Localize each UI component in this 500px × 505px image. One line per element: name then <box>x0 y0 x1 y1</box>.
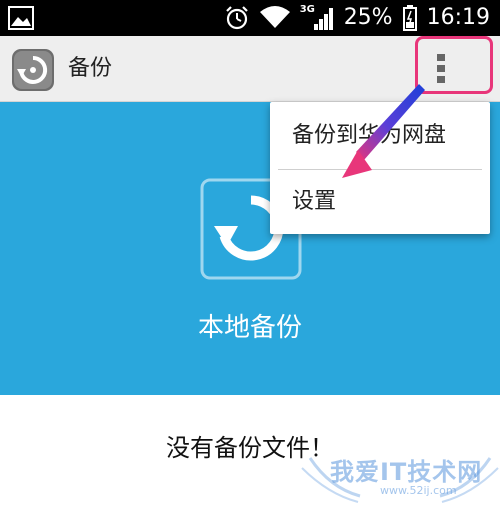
network-type: 3G <box>299 4 315 15</box>
overflow-popup-menu: 备份到华为网盘 设置 <box>270 102 490 234</box>
empty-state-message: 没有备份文件！ <box>166 434 334 462</box>
menu-item-backup-to-huawei-cloud[interactable]: 备份到华为网盘 <box>270 104 490 168</box>
menu-item-settings[interactable]: 设置 <box>270 170 490 234</box>
action-bar: 备份 <box>0 36 500 102</box>
local-backup-label: 本地备份 <box>197 313 302 343</box>
status-bar: 3G 25% 16:19 <box>0 0 500 36</box>
clock: 16:19 <box>426 5 490 30</box>
image-icon <box>8 6 34 30</box>
backup-restore-icon[interactable] <box>12 49 54 91</box>
status-icons: 3G 25% 16:19 <box>224 0 490 36</box>
more-vertical-icon <box>437 54 445 83</box>
alarm-icon <box>225 6 248 30</box>
battery-icon <box>402 5 417 31</box>
overflow-menu-button[interactable] <box>420 42 462 96</box>
wifi-icon <box>259 6 290 28</box>
battery-percent: 25% <box>343 5 393 30</box>
app-title: 备份 <box>68 56 113 81</box>
signal-indicator: 3G <box>300 0 334 36</box>
signal-icon <box>313 8 333 30</box>
